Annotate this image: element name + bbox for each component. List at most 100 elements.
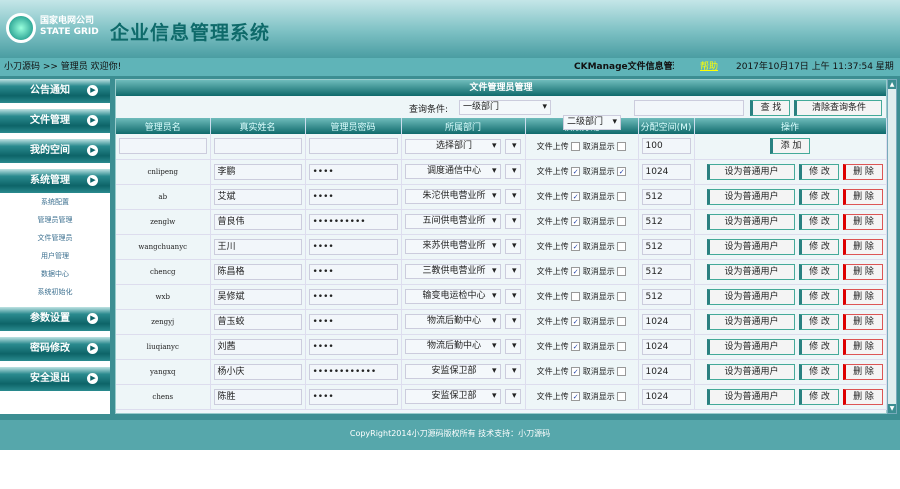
set-normal-user-button[interactable]: 设为普通用户 [706, 313, 795, 330]
hide-checkbox[interactable] [617, 392, 627, 401]
space-input[interactable]: 512 [641, 238, 691, 255]
set-normal-user-button[interactable]: 设为普通用户 [706, 388, 795, 405]
hide-checkbox[interactable] [617, 292, 627, 301]
space-input[interactable]: 1024 [641, 163, 691, 180]
subdept-select[interactable] [504, 138, 521, 154]
delete-button[interactable]: 删 除 [842, 213, 883, 230]
delete-button[interactable]: 删 除 [842, 313, 883, 330]
hide-checkbox[interactable] [617, 217, 627, 226]
delete-button[interactable]: 删 除 [842, 363, 883, 380]
dept-select[interactable]: 安监保卫部 [404, 389, 501, 404]
subdept-select[interactable] [504, 264, 521, 279]
space-input[interactable]: 1024 [641, 363, 691, 380]
edit-button[interactable]: 修 改 [798, 163, 839, 180]
space-input[interactable]: 100 [641, 138, 691, 155]
hide-checkbox[interactable] [617, 192, 627, 201]
scroll-down-icon[interactable]: ▼ [888, 404, 896, 413]
new-name-input[interactable] [213, 138, 302, 155]
add-button[interactable]: 添 加 [770, 138, 810, 155]
edit-button[interactable]: 修 改 [798, 238, 839, 255]
upload-checkbox[interactable]: ✓ [571, 392, 581, 401]
space-input[interactable]: 512 [641, 213, 691, 230]
delete-button[interactable]: 删 除 [842, 188, 883, 205]
subdept-select[interactable] [504, 314, 521, 329]
sidebar-menu[interactable]: 系统管理 ▶ [0, 169, 110, 193]
hide-checkbox[interactable] [617, 342, 627, 351]
search-button[interactable]: 查 找 [750, 100, 790, 116]
sidebar-menu[interactable]: 我的空间 ▶ [0, 139, 110, 163]
edit-button[interactable]: 修 改 [798, 288, 839, 305]
sidebar-menu[interactable]: 安全退出 ▶ [0, 367, 110, 391]
realname-input[interactable]: 杨小庆 [213, 363, 302, 380]
help-link[interactable]: 帮助 [700, 58, 718, 76]
realname-input[interactable]: 曾良伟 [213, 213, 302, 230]
space-input[interactable]: 1024 [641, 388, 691, 405]
dept-select[interactable]: 调度通信中心 [404, 164, 501, 179]
submenu-item[interactable]: 管理员管理 [0, 211, 110, 229]
scroll-up-icon[interactable]: ▲ [888, 80, 896, 89]
dept-select[interactable]: 朱沱供电营业所 [404, 189, 501, 204]
set-normal-user-button[interactable]: 设为普通用户 [706, 238, 795, 255]
dept-select[interactable]: 安监保卫部 [404, 364, 501, 379]
realname-input[interactable]: 曾玉蛟 [213, 313, 302, 330]
password-input[interactable]: •••••••••• [308, 213, 398, 230]
sidebar-menu[interactable]: 文件管理 ▶ [0, 109, 110, 133]
upload-checkbox[interactable] [571, 292, 581, 301]
realname-input[interactable]: 艾斌 [213, 188, 302, 205]
space-input[interactable]: 1024 [641, 338, 691, 355]
upload-checkbox[interactable]: ✓ [571, 192, 581, 201]
upload-checkbox[interactable] [571, 141, 581, 151]
hide-checkbox[interactable] [617, 317, 627, 326]
dept-select[interactable]: 三教供电营业所 [404, 264, 501, 279]
dept-select[interactable]: 选择部门 [404, 138, 501, 154]
subdept-select[interactable] [504, 189, 521, 204]
edit-button[interactable]: 修 改 [798, 388, 839, 405]
realname-input[interactable]: 吴修斌 [213, 288, 302, 305]
dept1-select[interactable]: 一级部门 [459, 100, 551, 115]
set-normal-user-button[interactable]: 设为普通用户 [706, 213, 795, 230]
space-input[interactable]: 512 [641, 263, 691, 280]
password-input[interactable]: •••••••••••• [308, 363, 398, 380]
realname-input[interactable]: 陈昌格 [213, 263, 302, 280]
new-password-input[interactable] [308, 138, 398, 155]
subdept-select[interactable] [504, 214, 521, 229]
set-normal-user-button[interactable]: 设为普通用户 [706, 263, 795, 280]
edit-button[interactable]: 修 改 [798, 338, 839, 355]
space-input[interactable]: 512 [641, 288, 691, 305]
submenu-item[interactable]: 文件管理员 [0, 229, 110, 247]
edit-button[interactable]: 修 改 [798, 188, 839, 205]
submenu-item[interactable]: 数据中心 [0, 265, 110, 283]
dept-select[interactable]: 物流后勤中心 [404, 339, 501, 354]
dept-select[interactable]: 来苏供电营业所 [404, 239, 501, 254]
password-input[interactable]: •••• [308, 388, 398, 405]
space-input[interactable]: 512 [641, 188, 691, 205]
sidebar-menu[interactable]: 密码修改 ▶ [0, 337, 110, 361]
hide-checkbox[interactable] [617, 267, 627, 276]
delete-button[interactable]: 删 除 [842, 288, 883, 305]
edit-button[interactable]: 修 改 [798, 363, 839, 380]
upload-checkbox[interactable]: ✓ [571, 267, 581, 276]
space-input[interactable]: 1024 [641, 313, 691, 330]
subdept-select[interactable] [504, 339, 521, 354]
realname-input[interactable]: 李鹏 [213, 163, 302, 180]
realname-input[interactable]: 陈胜 [213, 388, 302, 405]
hide-checkbox[interactable] [617, 367, 627, 376]
delete-button[interactable]: 删 除 [842, 238, 883, 255]
sidebar-menu[interactable]: 公告通知 ▶ [0, 79, 110, 103]
submenu-item[interactable]: 系统初始化 [0, 283, 110, 301]
scrollbar[interactable]: ▲ ▼ [887, 79, 897, 414]
delete-button[interactable]: 删 除 [842, 338, 883, 355]
set-normal-user-button[interactable]: 设为普通用户 [706, 188, 795, 205]
set-normal-user-button[interactable]: 设为普通用户 [706, 288, 795, 305]
delete-button[interactable]: 删 除 [842, 263, 883, 280]
password-input[interactable]: •••• [308, 263, 398, 280]
dept-select[interactable]: 输变电运检中心 [404, 289, 501, 304]
hide-checkbox[interactable]: ✓ [617, 167, 627, 176]
password-input[interactable]: •••• [308, 288, 398, 305]
subdept-select[interactable] [504, 239, 521, 254]
password-input[interactable]: •••• [308, 163, 398, 180]
hide-checkbox[interactable] [617, 242, 627, 251]
password-input[interactable]: •••• [308, 313, 398, 330]
upload-checkbox[interactable]: ✓ [571, 317, 581, 326]
subdept-select[interactable] [504, 389, 521, 404]
